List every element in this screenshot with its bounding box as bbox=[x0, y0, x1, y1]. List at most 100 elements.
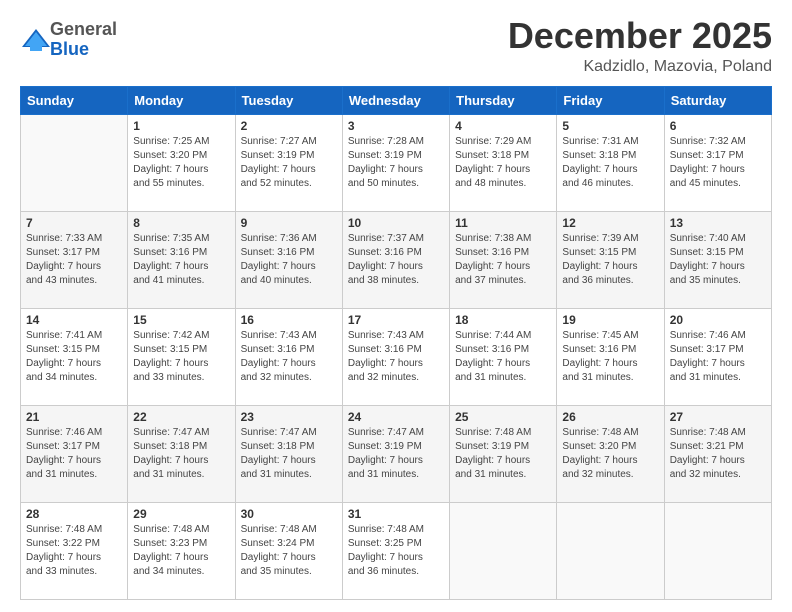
day-number: 27 bbox=[670, 410, 766, 424]
day-info: Sunrise: 7:43 AMSunset: 3:16 PMDaylight:… bbox=[348, 329, 444, 385]
day-info: Sunrise: 7:47 AMSunset: 3:18 PMDaylight:… bbox=[241, 426, 337, 482]
day-number: 11 bbox=[455, 216, 551, 230]
calendar-table: Sunday Monday Tuesday Wednesday Thursday… bbox=[20, 86, 772, 600]
day-info: Sunrise: 7:27 AMSunset: 3:19 PMDaylight:… bbox=[241, 135, 337, 191]
day-number: 17 bbox=[348, 313, 444, 327]
day-number: 28 bbox=[26, 507, 122, 521]
day-info: Sunrise: 7:33 AMSunset: 3:17 PMDaylight:… bbox=[26, 232, 122, 288]
day-info: Sunrise: 7:48 AMSunset: 3:23 PMDaylight:… bbox=[133, 523, 229, 579]
day-info: Sunrise: 7:48 AMSunset: 3:20 PMDaylight:… bbox=[562, 426, 658, 482]
table-row: 13 Sunrise: 7:40 AMSunset: 3:15 PMDayligh… bbox=[664, 211, 771, 308]
header-monday: Monday bbox=[128, 86, 235, 114]
header-wednesday: Wednesday bbox=[342, 86, 449, 114]
table-row: 6 Sunrise: 7:32 AMSunset: 3:17 PMDaylight… bbox=[664, 114, 771, 211]
table-row: 11 Sunrise: 7:38 AMSunset: 3:16 PMDayligh… bbox=[450, 211, 557, 308]
day-info: Sunrise: 7:32 AMSunset: 3:17 PMDaylight:… bbox=[670, 135, 766, 191]
day-info: Sunrise: 7:39 AMSunset: 3:15 PMDaylight:… bbox=[562, 232, 658, 288]
day-number: 4 bbox=[455, 119, 551, 133]
calendar-week-row: 14 Sunrise: 7:41 AMSunset: 3:15 PMDayligh… bbox=[21, 308, 772, 405]
day-info: Sunrise: 7:29 AMSunset: 3:18 PMDaylight:… bbox=[455, 135, 551, 191]
day-number: 18 bbox=[455, 313, 551, 327]
day-number: 13 bbox=[670, 216, 766, 230]
header-sunday: Sunday bbox=[21, 86, 128, 114]
table-row bbox=[21, 114, 128, 211]
header: General Blue December 2025 Kadzidlo, Maz… bbox=[20, 16, 772, 76]
day-number: 1 bbox=[133, 119, 229, 133]
day-info: Sunrise: 7:25 AMSunset: 3:20 PMDaylight:… bbox=[133, 135, 229, 191]
table-row: 1 Sunrise: 7:25 AMSunset: 3:20 PMDaylight… bbox=[128, 114, 235, 211]
day-number: 14 bbox=[26, 313, 122, 327]
day-info: Sunrise: 7:48 AMSunset: 3:25 PMDaylight:… bbox=[348, 523, 444, 579]
day-number: 5 bbox=[562, 119, 658, 133]
page: General Blue December 2025 Kadzidlo, Maz… bbox=[0, 0, 792, 612]
day-number: 16 bbox=[241, 313, 337, 327]
table-row: 19Sunrise: 7:45 AMSunset: 3:16 PMDayligh… bbox=[557, 308, 664, 405]
day-info: Sunrise: 7:41 AMSunset: 3:15 PMDaylight:… bbox=[26, 329, 122, 385]
day-info: Sunrise: 7:37 AMSunset: 3:16 PMDaylight:… bbox=[348, 232, 444, 288]
header-tuesday: Tuesday bbox=[235, 86, 342, 114]
table-row: 5 Sunrise: 7:31 AMSunset: 3:18 PMDaylight… bbox=[557, 114, 664, 211]
day-number: 20 bbox=[670, 313, 766, 327]
day-info: Sunrise: 7:31 AMSunset: 3:18 PMDaylight:… bbox=[562, 135, 658, 191]
day-number: 25 bbox=[455, 410, 551, 424]
day-number: 30 bbox=[241, 507, 337, 521]
day-info: Sunrise: 7:48 AMSunset: 3:19 PMDaylight:… bbox=[455, 426, 551, 482]
day-info: Sunrise: 7:46 AMSunset: 3:17 PMDaylight:… bbox=[26, 426, 122, 482]
table-row: 27 Sunrise: 7:48 AMSunset: 3:21 PMDayligh… bbox=[664, 405, 771, 502]
logo: General Blue bbox=[20, 20, 117, 60]
day-number: 21 bbox=[26, 410, 122, 424]
table-row: 30Sunrise: 7:48 AMSunset: 3:24 PMDayligh… bbox=[235, 502, 342, 599]
logo-text: General Blue bbox=[50, 20, 117, 60]
calendar-week-row: 1 Sunrise: 7:25 AMSunset: 3:20 PMDaylight… bbox=[21, 114, 772, 211]
day-info: Sunrise: 7:38 AMSunset: 3:16 PMDaylight:… bbox=[455, 232, 551, 288]
table-row: 28Sunrise: 7:48 AMSunset: 3:22 PMDayligh… bbox=[21, 502, 128, 599]
calendar-week-row: 21 Sunrise: 7:46 AMSunset: 3:17 PMDayligh… bbox=[21, 405, 772, 502]
table-row: 23 Sunrise: 7:47 AMSunset: 3:18 PMDayligh… bbox=[235, 405, 342, 502]
table-row: 26 Sunrise: 7:48 AMSunset: 3:20 PMDayligh… bbox=[557, 405, 664, 502]
table-row: 7 Sunrise: 7:33 AMSunset: 3:17 PMDaylight… bbox=[21, 211, 128, 308]
day-number: 9 bbox=[241, 216, 337, 230]
table-row: 25 Sunrise: 7:48 AMSunset: 3:19 PMDayligh… bbox=[450, 405, 557, 502]
day-info: Sunrise: 7:47 AMSunset: 3:19 PMDaylight:… bbox=[348, 426, 444, 482]
day-number: 6 bbox=[670, 119, 766, 133]
day-info: Sunrise: 7:28 AMSunset: 3:19 PMDaylight:… bbox=[348, 135, 444, 191]
day-info: Sunrise: 7:35 AMSunset: 3:16 PMDaylight:… bbox=[133, 232, 229, 288]
day-info: Sunrise: 7:36 AMSunset: 3:16 PMDaylight:… bbox=[241, 232, 337, 288]
day-number: 2 bbox=[241, 119, 337, 133]
table-row: 20Sunrise: 7:46 AMSunset: 3:17 PMDayligh… bbox=[664, 308, 771, 405]
calendar-week-row: 7 Sunrise: 7:33 AMSunset: 3:17 PMDaylight… bbox=[21, 211, 772, 308]
table-row: 22Sunrise: 7:47 AMSunset: 3:18 PMDayligh… bbox=[128, 405, 235, 502]
header-friday: Friday bbox=[557, 86, 664, 114]
day-number: 29 bbox=[133, 507, 229, 521]
day-number: 26 bbox=[562, 410, 658, 424]
table-row: 4 Sunrise: 7:29 AMSunset: 3:18 PMDaylight… bbox=[450, 114, 557, 211]
weekday-header-row: Sunday Monday Tuesday Wednesday Thursday… bbox=[21, 86, 772, 114]
table-row: 8 Sunrise: 7:35 AMSunset: 3:16 PMDaylight… bbox=[128, 211, 235, 308]
day-number: 8 bbox=[133, 216, 229, 230]
day-info: Sunrise: 7:42 AMSunset: 3:15 PMDaylight:… bbox=[133, 329, 229, 385]
logo-blue: Blue bbox=[50, 39, 89, 59]
table-row: 9 Sunrise: 7:36 AMSunset: 3:16 PMDaylight… bbox=[235, 211, 342, 308]
table-row: 31Sunrise: 7:48 AMSunset: 3:25 PMDayligh… bbox=[342, 502, 449, 599]
day-info: Sunrise: 7:43 AMSunset: 3:16 PMDaylight:… bbox=[241, 329, 337, 385]
day-info: Sunrise: 7:40 AMSunset: 3:15 PMDaylight:… bbox=[670, 232, 766, 288]
day-info: Sunrise: 7:48 AMSunset: 3:21 PMDaylight:… bbox=[670, 426, 766, 482]
table-row bbox=[557, 502, 664, 599]
table-row: 24Sunrise: 7:47 AMSunset: 3:19 PMDayligh… bbox=[342, 405, 449, 502]
table-row bbox=[664, 502, 771, 599]
logo-general: General bbox=[50, 19, 117, 39]
table-row: 18Sunrise: 7:44 AMSunset: 3:16 PMDayligh… bbox=[450, 308, 557, 405]
day-info: Sunrise: 7:45 AMSunset: 3:16 PMDaylight:… bbox=[562, 329, 658, 385]
calendar-week-row: 28Sunrise: 7:48 AMSunset: 3:22 PMDayligh… bbox=[21, 502, 772, 599]
table-row: 14 Sunrise: 7:41 AMSunset: 3:15 PMDayligh… bbox=[21, 308, 128, 405]
table-row: 17 Sunrise: 7:43 AMSunset: 3:16 PMDayligh… bbox=[342, 308, 449, 405]
day-number: 7 bbox=[26, 216, 122, 230]
day-number: 15 bbox=[133, 313, 229, 327]
day-number: 23 bbox=[241, 410, 337, 424]
table-row: 21 Sunrise: 7:46 AMSunset: 3:17 PMDayligh… bbox=[21, 405, 128, 502]
day-number: 3 bbox=[348, 119, 444, 133]
table-row: 3 Sunrise: 7:28 AMSunset: 3:19 PMDaylight… bbox=[342, 114, 449, 211]
header-thursday: Thursday bbox=[450, 86, 557, 114]
location: Kadzidlo, Mazovia, Poland bbox=[508, 58, 772, 76]
day-info: Sunrise: 7:47 AMSunset: 3:18 PMDaylight:… bbox=[133, 426, 229, 482]
